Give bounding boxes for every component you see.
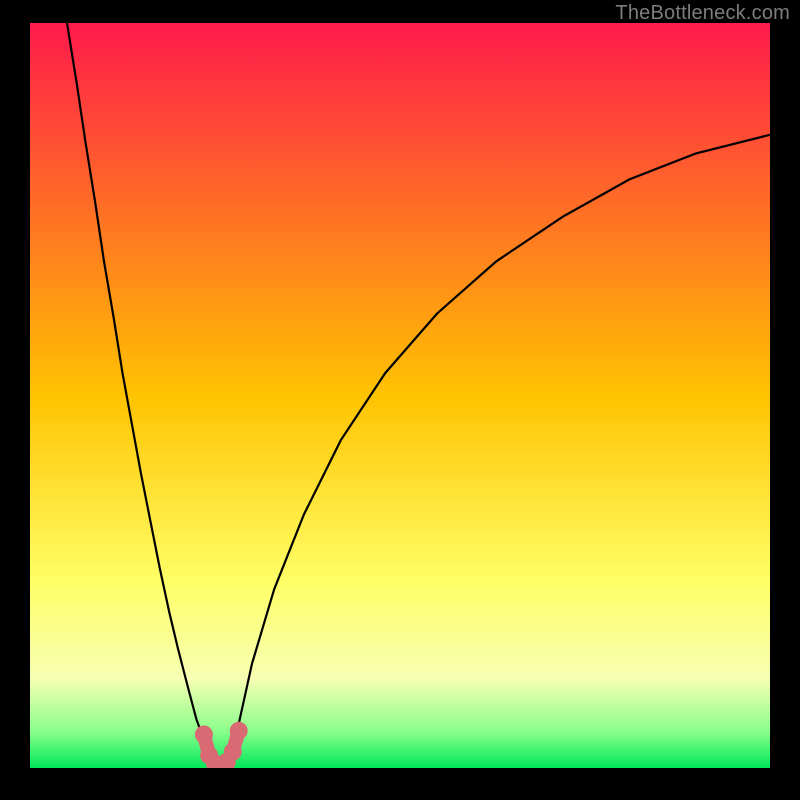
watermark-text: TheBottleneck.com <box>615 2 790 25</box>
plot-area <box>30 23 770 768</box>
marker-dot <box>195 726 213 744</box>
chart-svg <box>30 23 770 768</box>
chart-frame: TheBottleneck.com <box>0 0 800 800</box>
marker-dot <box>224 743 242 761</box>
gradient-background <box>30 23 770 768</box>
marker-dot <box>230 722 248 740</box>
